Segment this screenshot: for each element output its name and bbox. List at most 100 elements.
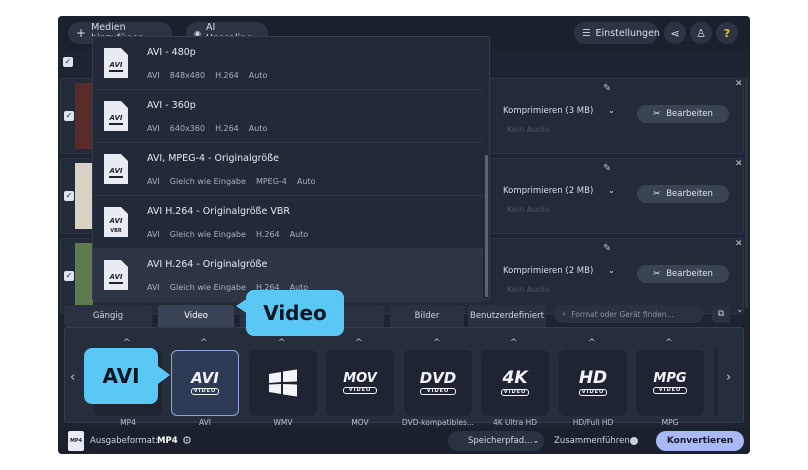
- audio-track-label: Kein Audio: [507, 125, 550, 134]
- merge-toggle[interactable]: [630, 437, 638, 445]
- rename-pencil-icon[interactable]: ✎: [603, 83, 611, 94]
- chevron-down-icon: ⌄: [607, 266, 615, 276]
- bottom-bar: MP4 Ausgabeformat: MP4 ⚙ Speicherpfad...…: [58, 428, 750, 454]
- scissors-icon: ✂: [653, 189, 661, 199]
- convert-button[interactable]: Konvertieren: [656, 431, 744, 451]
- plus-icon: +: [76, 26, 87, 40]
- format-tile-avi[interactable]: ^ AVI VIDEO AVI: [171, 338, 239, 430]
- svg-text:AVI: AVI: [109, 61, 123, 69]
- audio-track-label: Kein Audio: [507, 285, 550, 294]
- preset-item[interactable]: AVI VBR AVI H.264 - Originalgröße VBR AVI…: [93, 196, 483, 249]
- edit-button[interactable]: ✂ Bearbeiten: [637, 105, 729, 123]
- chevron-down-icon: ⌄: [607, 186, 615, 196]
- sliders-icon: ☰: [582, 27, 591, 39]
- windows-logo-icon: [249, 350, 317, 416]
- tab-bilder[interactable]: Bilder: [390, 305, 464, 327]
- format-search-input[interactable]: ⌕ Format oder Gerät finden...: [554, 305, 704, 323]
- callout-avi: AVI: [84, 348, 158, 404]
- preset-item[interactable]: AVI AVI - 480p AVI 848x480 H.264 Auto: [93, 37, 483, 90]
- output-format-value[interactable]: MP4: [157, 436, 178, 446]
- svg-text:AVI: AVI: [109, 217, 123, 225]
- device-detect-button[interactable]: ⧉: [712, 305, 730, 323]
- file-list-scrollbar[interactable]: [745, 78, 748, 308]
- chevron-up-icon: ^: [433, 338, 441, 348]
- preset-dropdown: AVI AVI - 480p AVI 848x480 H.264 Auto AVI A…: [92, 36, 490, 302]
- tab-video[interactable]: Video: [158, 305, 234, 327]
- avi-icon: AVI VIDEO: [171, 350, 239, 416]
- mpg-icon: MPG VIDEO: [636, 350, 704, 416]
- chevron-up-icon: ^: [200, 338, 208, 348]
- avi-file-icon: AVI: [104, 260, 128, 290]
- next-format-tile-edge: [714, 350, 718, 416]
- preset-item[interactable]: AVI AVI, MPEG-4 - Originalgröße AVI Gleic…: [93, 143, 483, 196]
- svg-text:AVI: AVI: [109, 167, 123, 175]
- 4k-icon: 4K VIDEO: [481, 350, 549, 416]
- chevron-up-icon: ^: [588, 338, 596, 348]
- chevron-up-icon: ^: [665, 338, 673, 348]
- avi-vbr-file-icon: AVI VBR: [104, 207, 128, 237]
- file-row-checkbox[interactable]: ✓: [64, 271, 74, 281]
- format-tile-mov[interactable]: ^ MOV VIDEO MOV: [326, 338, 394, 430]
- hd-icon: HD VIDEO: [559, 350, 627, 416]
- merge-label: Zusammenführen:: [554, 436, 633, 446]
- chevron-up-icon: ^: [278, 338, 286, 348]
- video-thumbnail[interactable]: [75, 163, 93, 229]
- remove-file-icon[interactable]: ✕: [735, 159, 743, 169]
- svg-text:AVI: AVI: [109, 114, 123, 122]
- file-row-checkbox[interactable]: ✓: [64, 191, 74, 201]
- avi-file-icon: AVI: [104, 154, 128, 184]
- svg-text:AVI: AVI: [109, 273, 123, 281]
- tab-gaengig[interactable]: Gängig: [64, 305, 152, 327]
- dvd-icon: DVD VIDEO: [404, 350, 472, 416]
- account-button[interactable]: ♙: [690, 22, 712, 44]
- remove-file-icon[interactable]: ✕: [735, 79, 743, 89]
- chevron-down-icon: ⌄: [607, 106, 615, 116]
- help-button[interactable]: ?: [716, 22, 738, 44]
- settings-button[interactable]: ☰ Einstellungen: [574, 22, 660, 44]
- svg-text:VBR: VBR: [110, 228, 122, 234]
- chevron-down-icon: ⌄: [532, 436, 540, 446]
- device-icon: ⧉: [717, 309, 725, 319]
- dropdown-scrollbar[interactable]: [485, 155, 488, 297]
- callout-video-pointer: [236, 298, 248, 314]
- user-icon: ♙: [696, 26, 706, 40]
- scroll-right-arrow-icon[interactable]: ›: [726, 370, 731, 385]
- share-icon: ⋖: [670, 26, 680, 40]
- tab-benutzerdefiniert[interactable]: Benutzerdefiniert: [468, 305, 546, 327]
- remove-file-icon[interactable]: ✕: [735, 239, 743, 249]
- rename-pencil-icon[interactable]: ✎: [603, 163, 611, 174]
- avi-file-icon: AVI: [104, 48, 128, 78]
- compress-dropdown[interactable]: Komprimieren (2 MB) ⌄: [499, 181, 619, 201]
- output-format-label: Ausgabeformat:: [90, 436, 159, 446]
- format-tile-mpg[interactable]: ^ MPG VIDEO MPG: [636, 338, 704, 430]
- audio-track-label: Kein Audio: [507, 205, 550, 214]
- preset-item[interactable]: AVI AVI - 360p AVI 640x360 H.264 Auto: [93, 90, 483, 143]
- share-button[interactable]: ⋖: [664, 22, 686, 44]
- mov-icon: MOV VIDEO: [326, 350, 394, 416]
- edit-button[interactable]: ✂ Bearbeiten: [637, 185, 729, 203]
- save-path-dropdown[interactable]: Speicherpfad... ⌄: [448, 431, 544, 451]
- collapse-chevron-icon[interactable]: ⌄: [736, 305, 744, 315]
- chevron-up-icon: ^: [510, 338, 518, 348]
- compress-dropdown[interactable]: Komprimieren (2 MB) ⌄: [499, 261, 619, 281]
- gear-icon[interactable]: ⚙: [182, 434, 192, 447]
- scissors-icon: ✂: [653, 109, 661, 119]
- format-tile-wmv[interactable]: ^ WMV: [249, 338, 317, 430]
- edit-button[interactable]: ✂ Bearbeiten: [637, 265, 729, 283]
- select-all-checkbox[interactable]: ✓: [63, 57, 73, 67]
- compress-dropdown[interactable]: Komprimieren (3 MB) ⌄: [499, 101, 619, 121]
- search-icon: ⌕: [562, 309, 567, 318]
- help-icon: ?: [723, 26, 731, 40]
- app-window: + Medien hinzufügen ◉ AI Upscaling ☰ Ein…: [58, 16, 750, 454]
- video-thumbnail[interactable]: [75, 83, 93, 149]
- rename-pencil-icon[interactable]: ✎: [603, 243, 611, 254]
- file-row-checkbox[interactable]: ✓: [64, 111, 74, 121]
- video-thumbnail[interactable]: [75, 243, 93, 309]
- format-tile-4k[interactable]: ^ 4K VIDEO 4K Ultra HD: [481, 338, 549, 430]
- format-tile-dvd[interactable]: ^ DVD VIDEO DVD-kompatibles...: [402, 338, 474, 430]
- callout-avi-pointer: [158, 366, 170, 384]
- chevron-up-icon: ^: [355, 338, 363, 348]
- scroll-left-arrow-icon[interactable]: ‹: [70, 370, 75, 385]
- scissors-icon: ✂: [653, 269, 661, 279]
- format-tile-hd[interactable]: ^ HD VIDEO HD/Full HD: [559, 338, 627, 430]
